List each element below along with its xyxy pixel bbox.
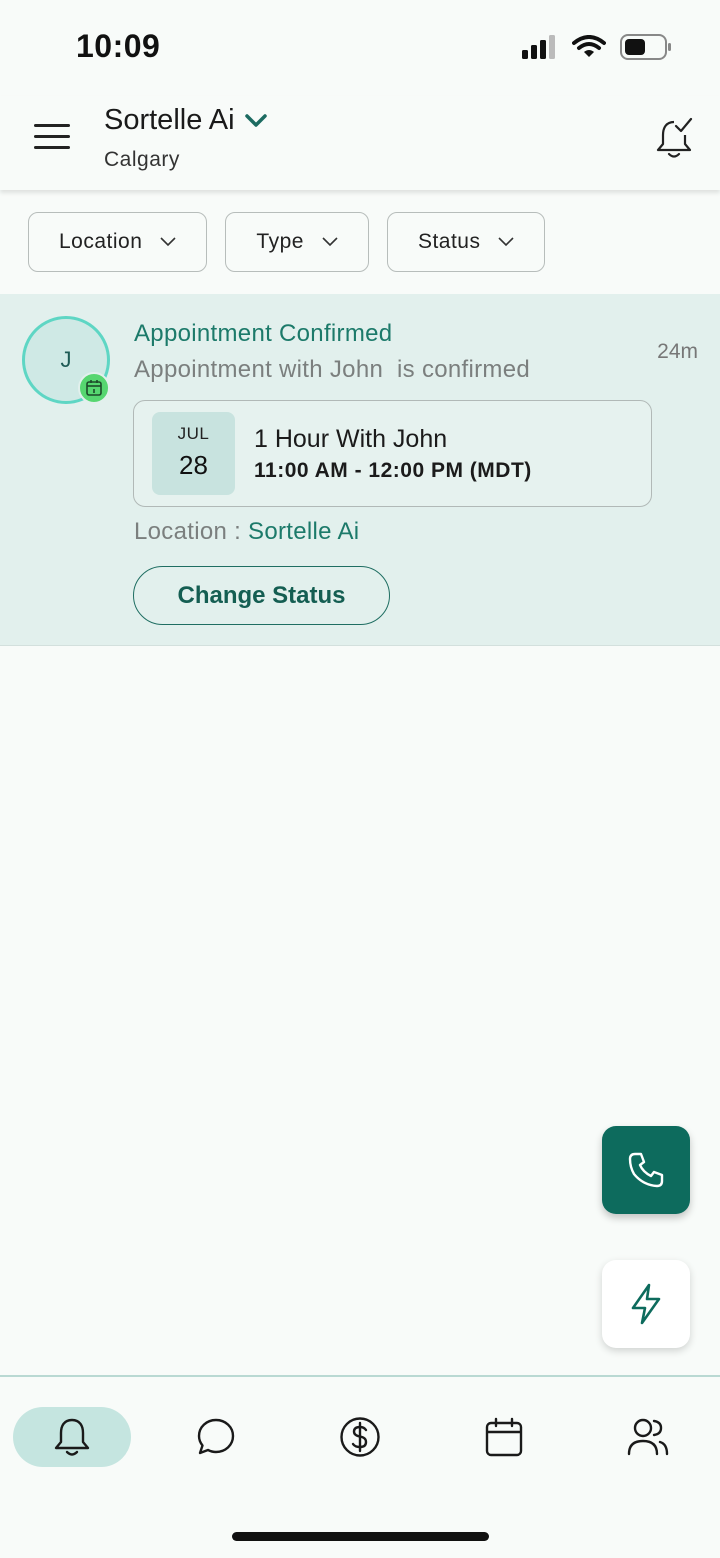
avatar-initial: J xyxy=(60,347,72,372)
notification-card[interactable]: J Appointment Confirmed 24m Appointment … xyxy=(0,294,720,646)
appointment-time: 11:00 AM - 12:00 PM (MDT) xyxy=(254,459,532,482)
filter-bar: Location Type Status xyxy=(28,212,546,272)
filter-location[interactable]: Location xyxy=(28,212,208,272)
phone-icon xyxy=(628,1152,664,1188)
lightning-icon xyxy=(631,1283,661,1325)
location-label: Location : xyxy=(134,518,249,545)
call-button[interactable] xyxy=(602,1126,690,1214)
mark-all-read-bell-icon[interactable] xyxy=(654,116,694,160)
status-bar: 10:09 xyxy=(0,0,720,96)
chat-icon xyxy=(197,1418,235,1455)
notification-title: Appointment Confirmed xyxy=(134,320,393,347)
nav-calendar[interactable] xyxy=(445,1407,563,1467)
wifi-icon xyxy=(572,35,606,57)
bell-icon xyxy=(54,1418,90,1456)
bottom-navigation xyxy=(0,1375,720,1558)
business-switcher[interactable]: Sortelle Ai xyxy=(104,104,267,137)
appointment-title: 1 Hour With John xyxy=(254,425,448,453)
business-location: Calgary xyxy=(104,148,180,171)
contacts-icon xyxy=(627,1418,669,1456)
filter-status[interactable]: Status xyxy=(386,212,546,272)
chevron-down-icon xyxy=(244,113,267,127)
change-status-button[interactable]: Change Status xyxy=(133,566,390,625)
notification-description: Appointment with John is confirmed xyxy=(134,356,531,383)
location-value: Sortelle Ai xyxy=(248,518,360,545)
status-time: 10:09 xyxy=(76,28,161,64)
date-month: JUL xyxy=(177,424,210,443)
filter-label: Type xyxy=(256,230,304,253)
signal-icon xyxy=(522,35,555,59)
dollar-icon xyxy=(340,1417,380,1457)
filter-label: Status xyxy=(417,230,481,253)
nav-notifications[interactable] xyxy=(13,1407,131,1467)
quick-actions-button[interactable] xyxy=(602,1260,690,1348)
filter-type[interactable]: Type xyxy=(225,212,369,272)
date-tile: JUL 28 xyxy=(152,412,235,495)
calendar-badge-icon xyxy=(78,372,110,404)
appointment-location: Location : Sortelle Ai xyxy=(134,518,359,546)
filter-label: Location xyxy=(59,230,143,253)
notification-time: 24m xyxy=(657,340,698,363)
nav-payments[interactable] xyxy=(301,1407,419,1467)
nav-conversations[interactable] xyxy=(157,1407,275,1467)
home-indicator xyxy=(232,1532,489,1541)
appointment-summary[interactable]: JUL 28 1 Hour With John 11:00 AM - 12:00… xyxy=(133,400,652,507)
battery-icon xyxy=(620,34,671,60)
app-header: Sortelle Ai Calgary xyxy=(0,96,720,190)
nav-contacts[interactable] xyxy=(589,1407,707,1467)
chevron-down-icon xyxy=(498,237,515,247)
date-day: 28 xyxy=(179,450,208,480)
calendar-icon xyxy=(485,1417,523,1457)
business-name: Sortelle Ai xyxy=(104,104,235,136)
chevron-down-icon xyxy=(322,237,338,247)
chevron-down-icon xyxy=(160,237,176,247)
menu-icon[interactable] xyxy=(34,124,70,152)
status-icons xyxy=(522,34,672,60)
